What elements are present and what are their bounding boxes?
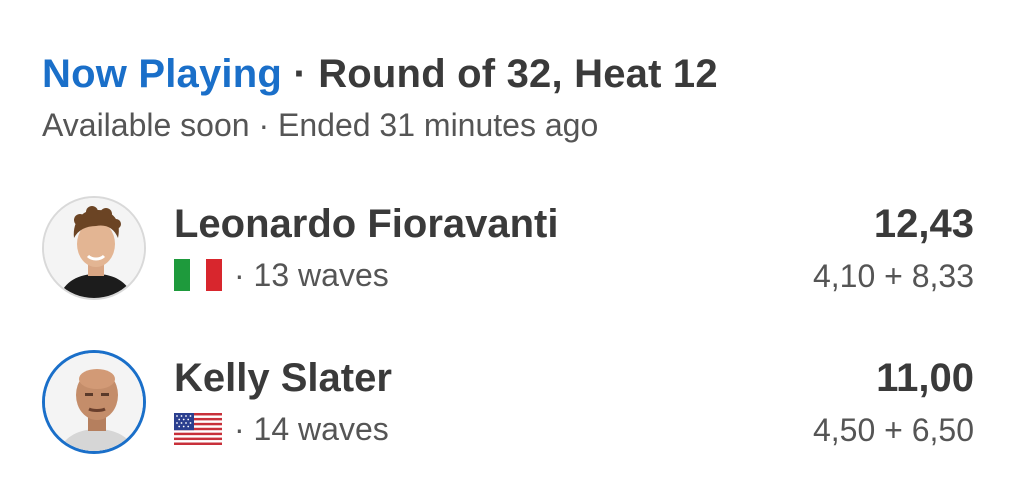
athlete-portrait-icon	[44, 198, 144, 298]
heat-title-line: Now Playing · Round of 32, Heat 12	[42, 50, 718, 98]
counting-wave-scores: 4,10 + 8,33	[812, 258, 974, 294]
heat-title: Round of 32, Heat 12	[318, 52, 718, 96]
heat-status: Available soon · Ended 31 minutes ago	[42, 107, 599, 143]
avatar	[42, 350, 146, 454]
avatar	[42, 196, 146, 300]
heat-card[interactable]: Now Playing · Round of 32, Heat 12 Avail…	[0, 0, 1016, 502]
athlete-meta: · 13 waves	[174, 256, 389, 293]
title-separator: ·	[293, 52, 307, 96]
athlete-meta: · 14 waves	[174, 410, 389, 447]
athlete-row[interactable]: Kelly Slater · 14 waves 11,00 4,50 + 6,5…	[42, 350, 974, 458]
now-playing-label: Now Playing	[42, 52, 283, 96]
wave-count: · 14 waves	[234, 410, 389, 447]
usa-flag-icon	[174, 413, 222, 445]
heat-total-score: 12,43	[873, 202, 974, 246]
athlete-name: Leonardo Fioravanti	[174, 202, 559, 246]
athlete-portrait-icon	[45, 353, 143, 451]
counting-wave-scores: 4,50 + 6,50	[812, 412, 974, 448]
heat-header: Now Playing · Round of 32, Heat 12 Avail…	[42, 50, 718, 144]
italy-flag-icon	[174, 259, 222, 291]
wave-count: · 13 waves	[234, 256, 389, 293]
athlete-name: Kelly Slater	[174, 356, 392, 400]
athlete-row[interactable]: Leonardo Fioravanti · 13 waves 12,43 4,1…	[42, 196, 974, 304]
heat-total-score: 11,00	[876, 356, 974, 400]
